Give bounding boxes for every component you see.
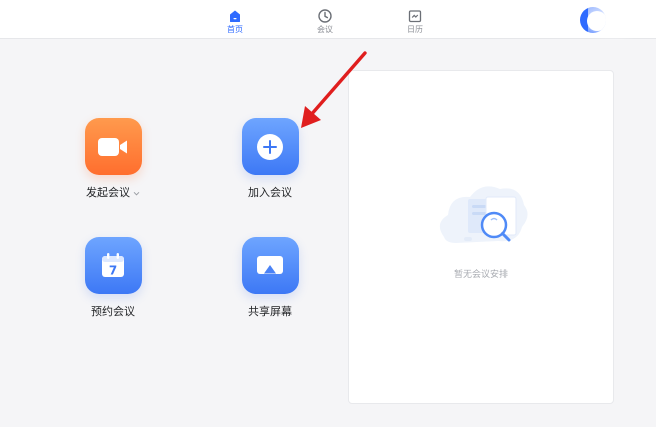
chevron-down-icon[interactable] — [133, 190, 140, 197]
start-meeting-label-row: 发起会议 — [86, 186, 140, 200]
empty-schedule-text: 暂无会议安排 — [453, 270, 508, 280]
schedule-meeting-button[interactable]: 7 预约会议 — [53, 237, 173, 337]
plus-icon — [257, 133, 283, 160]
home-icon — [230, 10, 240, 22]
share-screen-label: 共享屏幕 — [248, 305, 292, 318]
schedule-panel: 暂无会议安排 — [348, 70, 614, 404]
video-camera-icon — [98, 137, 127, 156]
screen-share-icon — [257, 255, 283, 274]
tab-home[interactable]: 首页 — [215, 8, 255, 36]
start-meeting-label: 发起会议 — [86, 186, 130, 199]
tab-meetings[interactable]: 会议 — [305, 8, 345, 36]
join-meeting-label: 加入会议 — [248, 186, 292, 199]
calendar-day-number: 7 — [109, 263, 117, 277]
tab-calendar[interactable]: 日历 — [395, 8, 435, 36]
tab-meetings-label: 会议 — [317, 25, 333, 34]
start-meeting-tile-icon — [84, 118, 142, 175]
calendar-7-icon: 7 — [102, 252, 124, 277]
share-screen-button[interactable]: 共享屏幕 — [210, 237, 330, 337]
clock-icon — [318, 9, 332, 23]
join-meeting-button[interactable]: 加入会议 — [210, 118, 330, 218]
join-meeting-tile-icon — [241, 118, 299, 175]
tab-calendar-label: 日历 — [407, 25, 423, 34]
tab-home-label: 首页 — [227, 25, 243, 34]
start-meeting-button[interactable]: 发起会议 — [53, 118, 173, 218]
schedule-meeting-tile-icon: 7 — [84, 237, 142, 294]
top-nav-bar: 首页 会议 日历 — [0, 0, 656, 39]
empty-schedule-illustration — [439, 186, 528, 243]
schedule-meeting-label: 预约会议 — [91, 305, 135, 318]
calendar-icon — [408, 10, 422, 23]
user-avatar[interactable] — [580, 7, 606, 33]
share-screen-tile-icon — [241, 237, 299, 294]
